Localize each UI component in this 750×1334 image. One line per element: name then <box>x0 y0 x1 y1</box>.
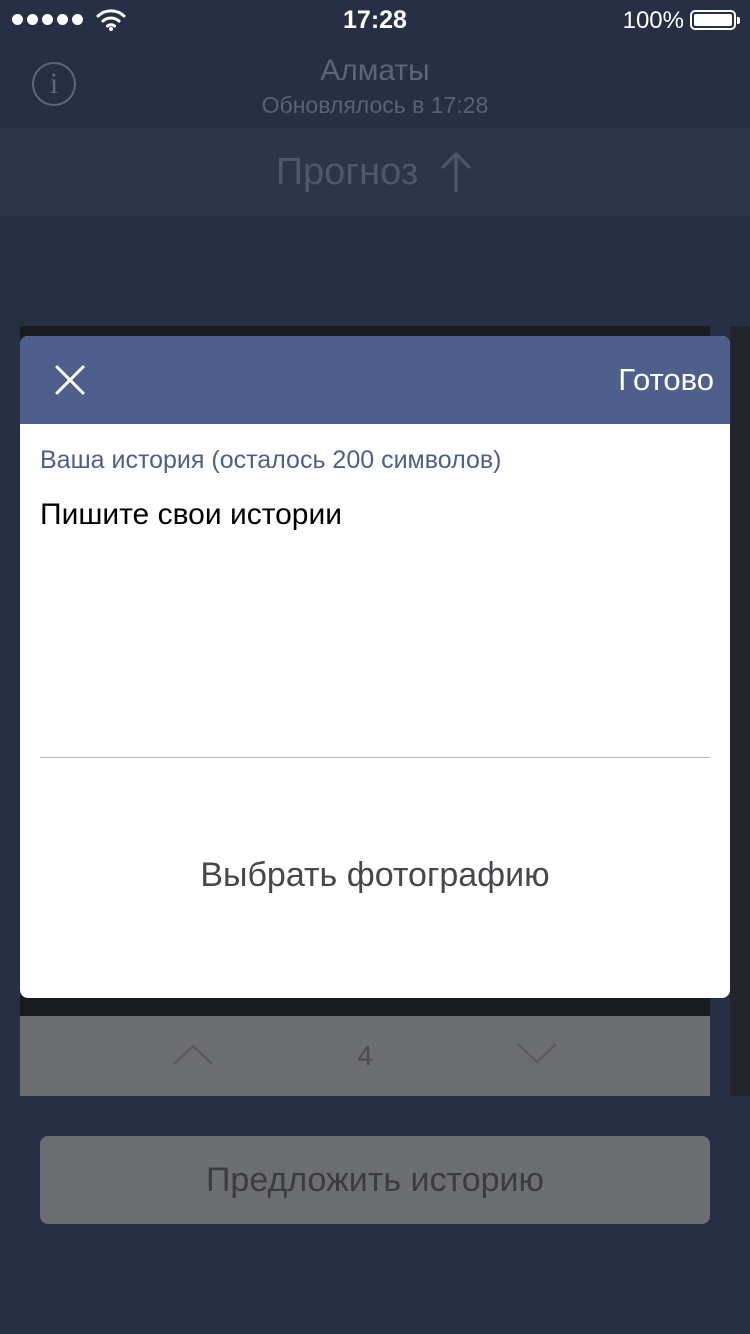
battery-fill <box>694 14 732 26</box>
city-title: Алматы <box>320 54 430 87</box>
next-story-card <box>730 326 750 1096</box>
chevron-up-icon[interactable] <box>172 1040 214 1068</box>
counter-value: 4 <box>357 1040 373 1071</box>
story-label: Ваша история (осталось 200 символов) <box>40 446 502 474</box>
battery-percent: 100% <box>622 7 684 34</box>
forecast-label: Прогноз <box>275 150 419 193</box>
battery-icon <box>690 10 740 30</box>
app-header: i Алматы Обновлялось в 17:28 <box>0 40 750 128</box>
close-icon[interactable] <box>54 364 86 396</box>
arrow-up-icon <box>441 151 472 192</box>
forecast-bar[interactable]: Прогноз <box>0 128 750 216</box>
done-button[interactable]: Готово <box>618 362 714 398</box>
suggest-story-button[interactable]: Предложить историю <box>40 1136 710 1224</box>
story-modal: Готово Ваша история (осталось 200 символ… <box>20 336 730 998</box>
updated-time: Обновлялось в 17:28 <box>261 92 489 118</box>
status-bar: 17:28 100% <box>0 0 750 40</box>
story-input[interactable] <box>40 496 710 746</box>
chevron-down-icon[interactable] <box>516 1040 558 1068</box>
modal-header: Готово <box>20 336 730 424</box>
divider <box>40 757 710 758</box>
choose-photo-button[interactable]: Выбрать фотографию <box>20 856 730 895</box>
